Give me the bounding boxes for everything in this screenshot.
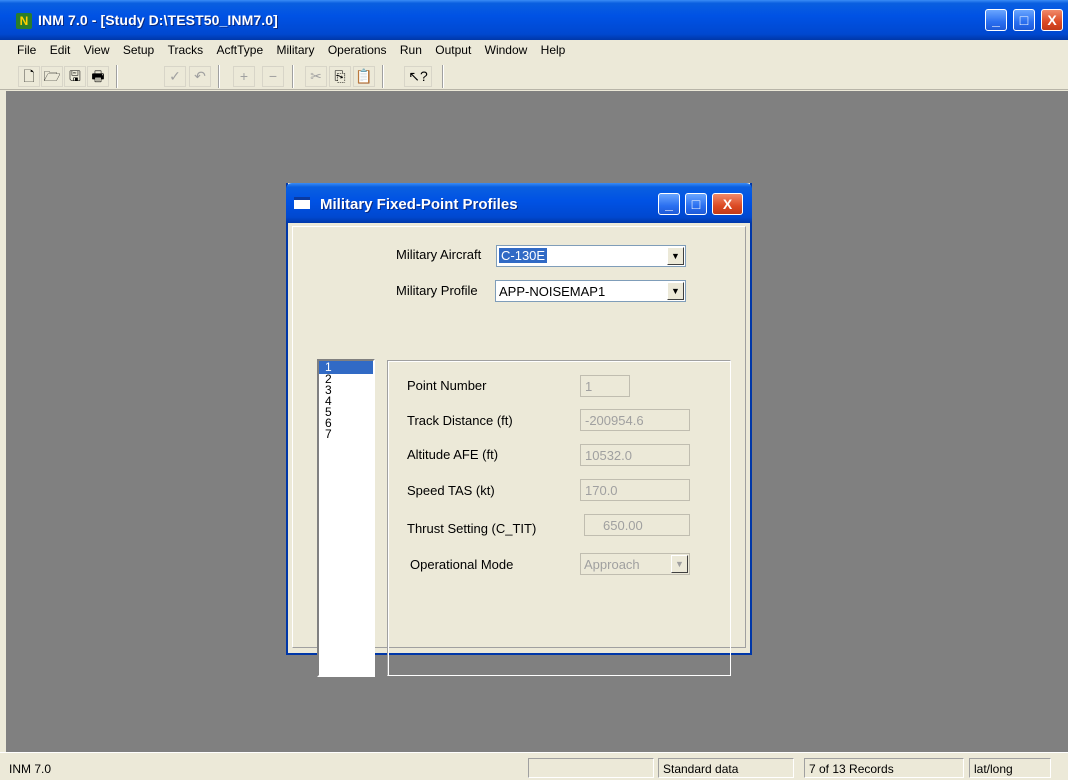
cut-icon[interactable]: ✂ [305, 66, 327, 87]
operational-mode-select[interactable]: Approach ▼ [580, 553, 690, 575]
status-bar: INM 7.0 Standard data 7 of 13 Records la… [0, 752, 1068, 780]
point-number-label: Point Number [407, 378, 487, 393]
menu-edit[interactable]: Edit [45, 40, 76, 57]
military-aircraft-select[interactable]: C-130E ▼ [496, 245, 686, 267]
thrust-setting-label: Thrust Setting (C_TIT) [407, 521, 537, 536]
inm-app-icon: N [16, 13, 32, 29]
toolbar-separator [116, 65, 118, 88]
add-record-icon[interactable]: + [233, 66, 255, 87]
undo-icon[interactable]: ↶ [189, 66, 211, 87]
dialog-body: Military Aircraft C-130E ▼ Military Prof… [292, 226, 746, 677]
military-fixed-point-profiles-dialog: Military Fixed-Point Profiles _ □ X Mili… [286, 183, 752, 677]
military-profile-value: APP-NOISEMAP1 [499, 284, 606, 299]
dialog-minimize-button[interactable]: _ [658, 193, 680, 215]
chevron-down-icon[interactable]: ▼ [671, 555, 688, 573]
open-folder-icon[interactable]: 🗁 [41, 66, 63, 87]
dialog-title: Military Fixed-Point Profiles [320, 196, 518, 213]
menu-view[interactable]: View [79, 40, 115, 57]
new-file-icon[interactable]: 🗋 [18, 66, 40, 87]
toolbar: 🗋 🗁 🖫 🖶 ✓ ↶ + − ✂ ⎘ 📋 ↖? [0, 60, 1068, 90]
dialog-maximize-button[interactable]: □ [685, 193, 707, 215]
operational-mode-label: Operational Mode [410, 557, 514, 572]
military-profile-select[interactable]: APP-NOISEMAP1 ▼ [495, 280, 686, 302]
status-empty-pane [528, 758, 654, 778]
remove-record-icon[interactable]: − [262, 66, 284, 87]
point-list[interactable]: 1 2 3 4 5 6 7 [317, 359, 375, 677]
chevron-down-icon[interactable]: ▼ [667, 247, 684, 265]
menu-operations[interactable]: Operations [323, 40, 392, 57]
military-aircraft-value: C-130E [499, 248, 548, 263]
dialog-close-button[interactable]: X [712, 193, 743, 215]
menu-run[interactable]: Run [395, 40, 427, 57]
menu-window[interactable]: Window [480, 40, 533, 57]
chevron-down-icon[interactable]: ▼ [667, 282, 684, 300]
status-data-source: Standard data [658, 758, 794, 778]
menu-bar: File Edit View Setup Tracks AcftType Mil… [0, 40, 1068, 60]
copy-icon[interactable]: ⎘ [329, 66, 351, 87]
window-title: INM 7.0 - [Study D:\TEST50_INM7.0] [38, 12, 278, 28]
menu-file[interactable]: File [12, 40, 41, 57]
track-distance-field[interactable]: -200954.6 [580, 409, 690, 431]
toolbar-separator [442, 65, 444, 88]
menu-setup[interactable]: Setup [118, 40, 159, 57]
maximize-button[interactable]: □ [1013, 9, 1035, 31]
point-details-group: Point Number 1 Track Distance (ft) -2009… [387, 360, 731, 676]
minimize-button[interactable]: _ [985, 9, 1007, 31]
window-icon [294, 197, 310, 209]
military-profile-label: Military Profile [396, 283, 478, 298]
dialog-titlebar[interactable]: Military Fixed-Point Profiles _ □ X [286, 183, 752, 223]
status-app-text: INM 7.0 [9, 762, 52, 776]
toolbar-separator [292, 65, 294, 88]
context-help-icon[interactable]: ↖? [404, 66, 432, 87]
commit-check-icon[interactable]: ✓ [164, 66, 186, 87]
save-disk-icon[interactable]: 🖫 [64, 66, 86, 87]
menu-acfttype[interactable]: AcftType [211, 40, 268, 57]
track-distance-label: Track Distance (ft) [407, 413, 513, 428]
menu-military[interactable]: Military [272, 40, 320, 57]
point-number-field[interactable]: 1 [580, 375, 630, 397]
thrust-setting-field[interactable]: 650.00 [584, 514, 690, 536]
menu-help[interactable]: Help [536, 40, 571, 57]
list-item[interactable]: 7 [319, 428, 373, 440]
menu-output[interactable]: Output [430, 40, 476, 57]
speed-field[interactable]: 170.0 [580, 479, 690, 501]
altitude-field[interactable]: 10532.0 [580, 444, 690, 466]
speed-label: Speed TAS (kt) [407, 483, 495, 498]
altitude-label: Altitude AFE (ft) [407, 447, 499, 462]
status-coordinate-mode: lat/long [969, 758, 1051, 778]
status-record-count: 7 of 13 Records [804, 758, 964, 778]
print-icon[interactable]: 🖶 [87, 66, 109, 87]
paste-icon[interactable]: 📋 [353, 66, 375, 87]
close-button[interactable]: X [1041, 9, 1063, 31]
military-aircraft-label: Military Aircraft [396, 247, 482, 262]
toolbar-separator [218, 65, 220, 88]
operational-mode-value: Approach [584, 557, 640, 572]
main-titlebar[interactable]: N INM 7.0 - [Study D:\TEST50_INM7.0] _ □… [0, 0, 1068, 40]
menu-tracks[interactable]: Tracks [163, 40, 209, 57]
toolbar-separator [382, 65, 384, 88]
